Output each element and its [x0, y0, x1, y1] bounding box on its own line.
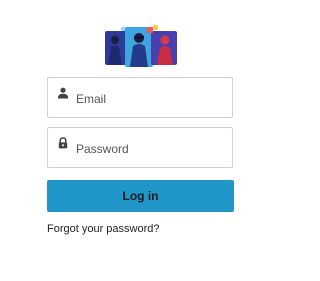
email-input[interactable] — [76, 89, 226, 109]
login-button[interactable]: Log in — [47, 180, 234, 212]
password-field[interactable] — [47, 127, 233, 168]
email-field[interactable] — [47, 77, 233, 118]
forgot-password-link[interactable]: Forgot your password? — [47, 223, 160, 235]
login-page: Log in Forgot your password? — [0, 0, 266, 281]
password-input[interactable] — [76, 139, 226, 159]
people-illustration-logo — [103, 25, 179, 67]
lock-icon — [58, 137, 68, 149]
person-icon — [57, 87, 69, 99]
